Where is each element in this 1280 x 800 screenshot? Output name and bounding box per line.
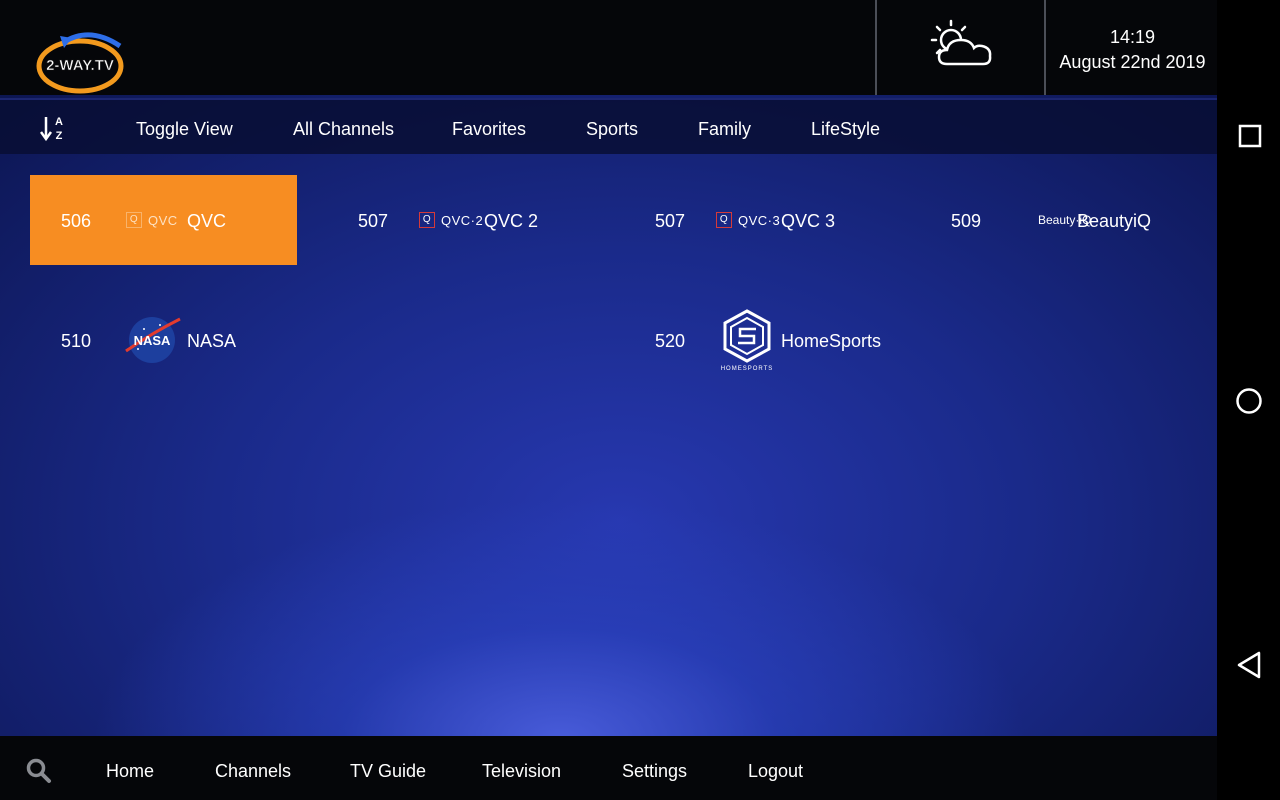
nasa-logo: NASA — [125, 317, 181, 363]
qvc-2-logo: Q QVC·2 — [419, 212, 483, 228]
header: 2-WAY.TV 14:19 August 22nd 2019 — [0, 0, 1217, 95]
sort-az-icon[interactable]: A Z — [40, 114, 66, 142]
channel-name: QVC 3 — [781, 211, 836, 231]
app-logo[interactable]: 2-WAY.TV — [34, 28, 126, 94]
homesports-logo: HOMESPORTS — [721, 309, 774, 372]
nav-channels[interactable]: Channels — [215, 761, 291, 782]
partly-cloudy-icon — [930, 19, 992, 66]
channel-name: BeautyiQ — [1077, 211, 1152, 231]
channel-name: HomeSports — [781, 331, 882, 351]
channel-tile-qvc-2[interactable]: 507 Q QVC·2 QVC 2 — [327, 175, 594, 265]
app-root: 2-WAY.TV 14:19 August 22nd 2019 A Z Togg… — [0, 0, 1217, 800]
svg-text:A: A — [55, 116, 63, 128]
tab-lifestyle[interactable]: LifeStyle — [811, 119, 880, 140]
channel-tile-qvc[interactable]: 506 Q QVC QVC — [30, 175, 297, 265]
tab-all-channels[interactable]: All Channels — [293, 119, 394, 140]
svg-text:HOMESPORTS: HOMESPORTS — [721, 366, 774, 372]
channel-number: 507 — [655, 211, 686, 231]
channel-tile-beautyiq[interactable]: 509 Beauty·iQ BeautyiQ — [920, 175, 1187, 265]
channel-tile-qvc-3[interactable]: 507 Q QVC·3 QVC 3 — [624, 175, 891, 265]
channel-name: QVC 2 — [484, 211, 539, 231]
channel-tile-nasa[interactable]: 510 NASA NASA — [30, 295, 297, 385]
channel-number: 520 — [655, 331, 686, 351]
tab-sports[interactable]: Sports — [586, 119, 638, 140]
home-circle-icon[interactable] — [1235, 387, 1263, 415]
channel-tile-homesports[interactable]: 520 HOMESPORTS HomeSports — [624, 295, 891, 385]
back-icon[interactable] — [1236, 650, 1262, 680]
nav-television[interactable]: Television — [482, 761, 561, 782]
nav-settings[interactable]: Settings — [622, 761, 687, 782]
channel-name: QVC — [187, 211, 227, 231]
tab-family[interactable]: Family — [698, 119, 751, 140]
clock: 14:19 August 22nd 2019 — [1048, 0, 1217, 95]
svg-text:NASA: NASA — [134, 333, 171, 348]
qvc-logo: Q QVC — [126, 212, 178, 228]
bottom-nav — [0, 736, 1217, 800]
nav-logout[interactable]: Logout — [748, 761, 803, 782]
android-navigation-bar — [1217, 0, 1280, 800]
tab-toggle-view[interactable]: Toggle View — [136, 119, 233, 140]
channel-name: NASA — [187, 331, 237, 351]
recents-icon[interactable] — [1238, 124, 1262, 148]
channel-number: 510 — [61, 331, 92, 351]
svg-text:Z: Z — [56, 130, 63, 142]
category-tabs: A Z Toggle View All Channels Favorites S… — [0, 98, 1217, 154]
nav-tv-guide[interactable]: TV Guide — [350, 761, 426, 782]
qvc-3-logo: Q QVC·3 — [716, 212, 780, 228]
channel-number: 506 — [61, 211, 92, 231]
clock-date: August 22nd 2019 — [1059, 52, 1206, 72]
nav-home[interactable]: Home — [106, 761, 154, 782]
logo-text: 2-WAY.TV — [46, 57, 114, 74]
channel-number: 507 — [358, 211, 389, 231]
clock-time: 14:19 — [1109, 27, 1156, 47]
tab-favorites[interactable]: Favorites — [452, 119, 526, 140]
weather-widget[interactable] — [875, 0, 1046, 95]
channel-number: 509 — [951, 211, 982, 231]
search-icon[interactable] — [26, 758, 52, 784]
